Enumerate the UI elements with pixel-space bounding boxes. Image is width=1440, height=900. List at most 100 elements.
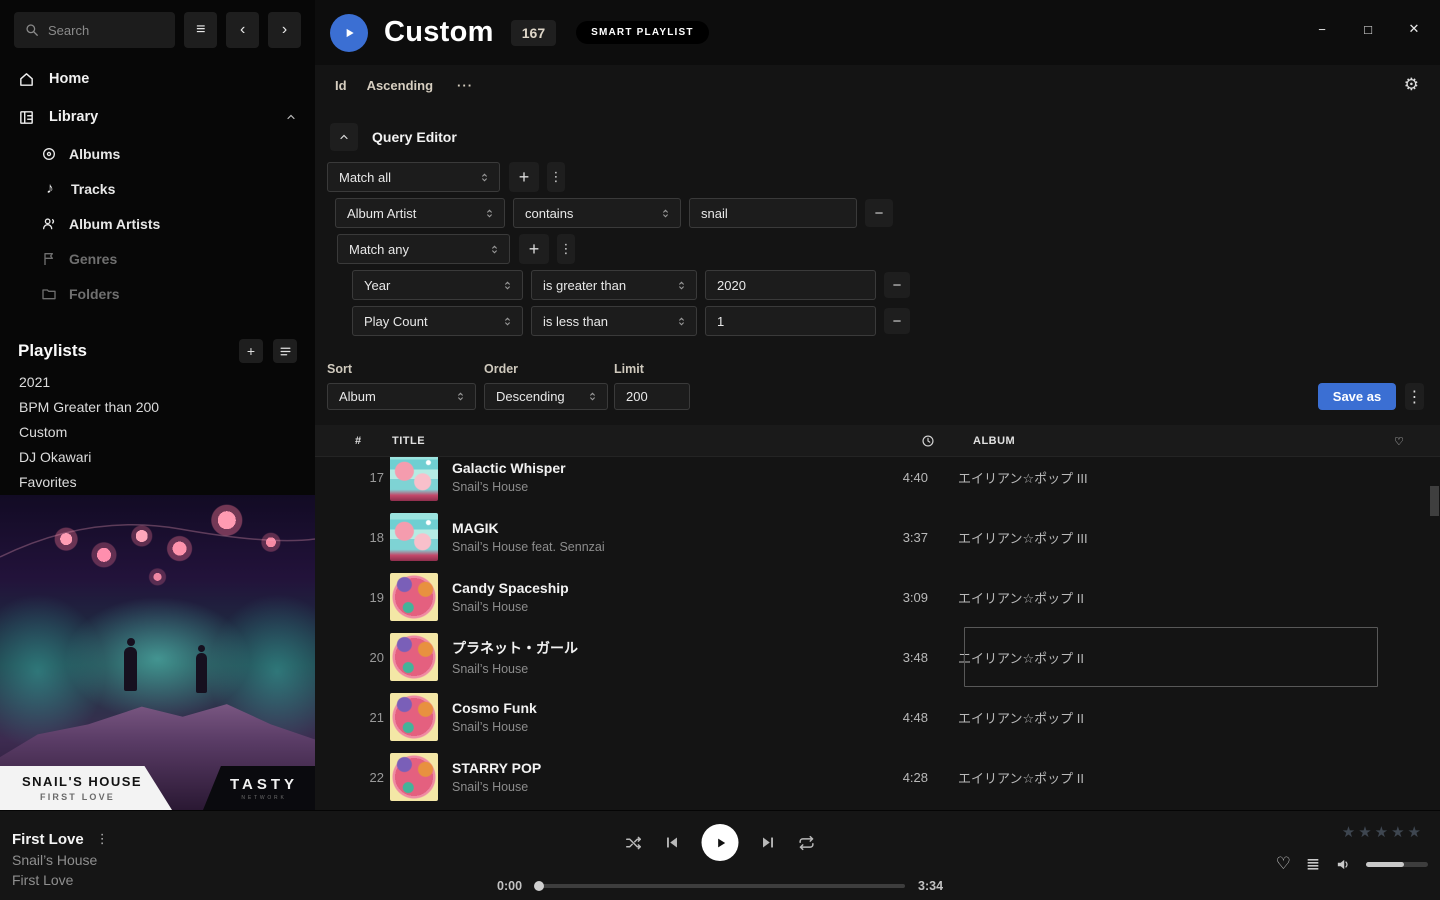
queue-button[interactable]: [1305, 856, 1321, 872]
track-album[interactable]: エイリアン☆ポップ III: [958, 528, 1378, 547]
volume-button[interactable]: [1335, 856, 1352, 873]
table-row[interactable]: 20 プラネット・ガールSnail’s House 3:48 エイリアン☆ポップ…: [315, 627, 1440, 687]
sidebar-item-genres[interactable]: Genres: [0, 241, 315, 276]
remove-rule-button[interactable]: −: [865, 199, 893, 227]
playlist-list-button[interactable]: [273, 339, 297, 363]
favorite-column-heart-icon[interactable]: ♡: [1394, 425, 1404, 457]
rule-value-input[interactable]: [705, 306, 876, 336]
playlist-item[interactable]: 2021: [0, 369, 315, 394]
search-input[interactable]: [48, 23, 158, 38]
table-scrollbar-thumb[interactable]: [1430, 486, 1439, 516]
sidebar-item-folders[interactable]: Folders: [0, 276, 315, 311]
repeat-button[interactable]: [798, 834, 816, 852]
sidebar-item-label: Library: [49, 109, 98, 125]
playlist-item[interactable]: Custom: [0, 419, 315, 444]
sidebar-item-tracks[interactable]: ♪ Tracks: [0, 171, 315, 206]
add-rule-button-1[interactable]: +: [509, 162, 539, 192]
seek-handle[interactable]: [534, 881, 544, 891]
album-art-banner: SNAIL'S HOUSE FIRST LOVE TASTY NETWORK: [0, 766, 315, 810]
match-type-select-1[interactable]: Match all: [327, 162, 500, 192]
track-duration: 4:40: [833, 470, 928, 485]
column-number[interactable]: #: [355, 425, 362, 457]
limit-input[interactable]: [614, 383, 690, 410]
rule-operator-select[interactable]: contains: [513, 198, 681, 228]
favorite-heart-button[interactable]: ♡: [1276, 854, 1291, 874]
track-album[interactable]: エイリアン☆ポップ II: [958, 768, 1378, 787]
query-editor-collapse-button[interactable]: [330, 123, 358, 151]
sort-label: Sort: [327, 362, 352, 376]
table-row[interactable]: 22 STARRY POPSnail’s House 4:28 エイリアン☆ポッ…: [315, 747, 1440, 807]
now-playing-menu-button[interactable]: ⋮: [96, 832, 109, 847]
playlist-header: Custom 167 SMART PLAYLIST − □ ✕: [315, 0, 1440, 65]
search-box[interactable]: [14, 12, 175, 48]
sort-direction-button[interactable]: Ascending: [367, 78, 433, 93]
order-select[interactable]: Descending: [484, 383, 608, 410]
remove-rule-button[interactable]: −: [884, 308, 910, 334]
sidebar-item-library[interactable]: Library: [0, 98, 315, 136]
chevron-up-icon[interactable]: [285, 111, 297, 123]
rule-value-input[interactable]: [689, 198, 857, 228]
group-menu-button-1[interactable]: ⋮: [547, 162, 565, 192]
select-value: is less than: [543, 314, 608, 329]
rule-operator-select[interactable]: is greater than: [531, 270, 697, 300]
main-content: Custom 167 SMART PLAYLIST − □ ✕ Id Ascen…: [315, 0, 1440, 810]
sort-field-button[interactable]: Id: [335, 78, 347, 93]
table-row[interactable]: 21 Cosmo FunkSnail’s House 4:48 エイリアン☆ポッ…: [315, 687, 1440, 747]
track-album[interactable]: エイリアン☆ポップ III: [958, 468, 1378, 487]
album-art-thumbnail: [390, 753, 438, 801]
previous-button[interactable]: [664, 834, 681, 851]
playlist-item[interactable]: DJ Okawari: [0, 444, 315, 469]
table-header: # TITLE ALBUM ♡: [315, 425, 1440, 457]
unfold-icon: [587, 391, 598, 402]
playlist-item[interactable]: BPM Greater than 200: [0, 394, 315, 419]
forward-button[interactable]: ›: [268, 12, 301, 48]
table-row[interactable]: 18 MAGIKSnail’s House feat. Sennzai 3:37…: [315, 507, 1440, 567]
toolbar-more-button[interactable]: ···: [457, 78, 473, 93]
banner-artist-block: SNAIL'S HOUSE FIRST LOVE: [0, 766, 172, 810]
playlist-item[interactable]: Favorites: [0, 469, 315, 494]
next-button[interactable]: [760, 834, 777, 851]
kebab-icon: ⋮: [550, 170, 563, 185]
sidebar-item-albums[interactable]: Albums: [0, 136, 315, 171]
volume-slider[interactable]: [1366, 862, 1428, 867]
back-button[interactable]: ‹: [226, 12, 259, 48]
star-rating[interactable]: ★★★★★: [1342, 823, 1424, 841]
sidebar-item-album-artists[interactable]: Album Artists: [0, 206, 315, 241]
track-album[interactable]: エイリアン☆ポップ II: [958, 588, 1378, 607]
track-album[interactable]: エイリアン☆ポップ II: [958, 708, 1378, 727]
shuffle-icon: [625, 834, 643, 852]
duration-column-clock-icon[interactable]: [921, 425, 935, 457]
table-row[interactable]: 19 Candy SpaceshipSnail’s House 3:09 エイリ…: [315, 567, 1440, 627]
remove-rule-button[interactable]: −: [884, 272, 910, 298]
save-menu-button[interactable]: ⋮: [1405, 383, 1424, 410]
sort-select[interactable]: Album: [327, 383, 476, 410]
shuffle-button[interactable]: [625, 834, 643, 852]
minimize-button[interactable]: −: [1311, 18, 1333, 40]
rule-field-select[interactable]: Album Artist: [335, 198, 505, 228]
add-rule-button-2[interactable]: +: [519, 234, 549, 264]
match-type-select-2[interactable]: Match any: [337, 234, 510, 264]
rule-field-select[interactable]: Play Count: [352, 306, 523, 336]
add-playlist-button[interactable]: +: [239, 339, 263, 363]
column-title[interactable]: TITLE: [392, 425, 425, 457]
rule-operator-select[interactable]: is less than: [531, 306, 697, 336]
play-playlist-button[interactable]: [330, 14, 368, 52]
maximize-button[interactable]: □: [1357, 18, 1379, 40]
rule-value-input[interactable]: [705, 270, 876, 300]
track-title: MAGIK: [452, 520, 833, 536]
column-album[interactable]: ALBUM: [973, 425, 1015, 457]
rule-field-select[interactable]: Year: [352, 270, 523, 300]
album-art-thumbnail: [390, 453, 438, 501]
total-time: 3:34: [918, 879, 943, 893]
sidebar-item-home[interactable]: Home: [0, 60, 315, 98]
plus-icon: +: [519, 167, 530, 188]
seek-bar[interactable]: [535, 884, 905, 888]
search-icon: [25, 23, 39, 37]
group-menu-button-2[interactable]: ⋮: [557, 234, 575, 264]
play-pause-button[interactable]: [702, 824, 739, 861]
menu-button[interactable]: ≡: [184, 12, 217, 48]
track-album[interactable]: エイリアン☆ポップ II: [958, 648, 1378, 667]
save-as-button[interactable]: Save as: [1318, 383, 1396, 410]
close-button[interactable]: ✕: [1403, 18, 1425, 40]
gear-icon[interactable]: ⚙: [1404, 75, 1419, 95]
